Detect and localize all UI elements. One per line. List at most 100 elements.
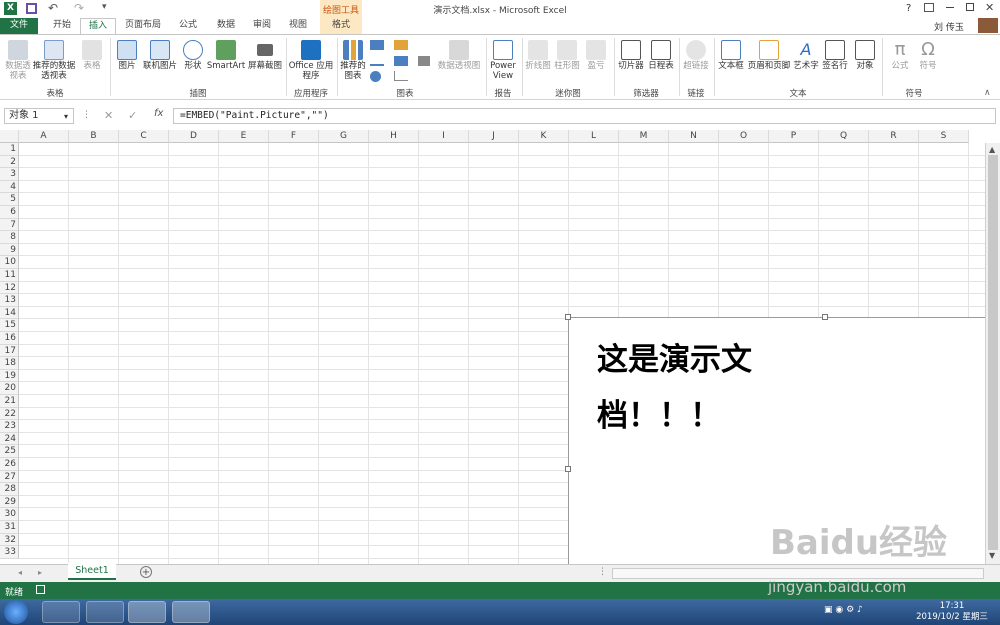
column-header[interactable]: O [719,130,769,143]
avatar[interactable] [978,18,998,33]
macro-record-icon[interactable] [36,585,45,594]
row-header[interactable]: 27 [0,470,19,484]
column-header[interactable]: K [519,130,569,143]
object-button[interactable]: 对象 [852,40,878,71]
row-header[interactable]: 33 [0,546,19,559]
scroll-up-icon[interactable]: ▲ [989,145,995,154]
area-chart-icon[interactable] [394,56,408,66]
sheet-next-icon[interactable]: ▸ [38,568,42,577]
equation-button[interactable]: π 公式 [886,40,914,72]
row-header[interactable]: 28 [0,483,19,496]
tab-page-layout[interactable]: 页面布局 [118,18,168,34]
row-header[interactable]: 14 [0,306,19,320]
row-header[interactable]: 13 [0,294,19,307]
row-header[interactable]: 21 [0,395,19,408]
column-header[interactable]: G [319,130,369,143]
scroll-down-icon[interactable]: ▼ [989,551,995,560]
smartart-button[interactable]: SmartArt [206,40,246,71]
column-header[interactable]: S [919,130,969,143]
column-header[interactable]: P [769,130,819,143]
office-apps-button[interactable]: Office 应用程序 [288,40,334,81]
row-header[interactable]: 15 [0,319,19,332]
user-name[interactable]: 刘 传玉 [934,20,964,33]
row-header[interactable]: 7 [0,218,19,232]
pivottable-button[interactable]: 数据透视表 [4,40,32,81]
hyperlink-button[interactable]: 超链接 [681,40,711,71]
tray-icons[interactable]: ▣ ◉ ⚙ ♪ [824,605,904,619]
row-header[interactable]: 19 [0,369,19,383]
row-header[interactable]: 22 [0,407,19,421]
wordart-button[interactable]: A 艺术字 [792,40,820,71]
sparkline-line-button[interactable]: 折线图 [524,40,552,71]
row-header[interactable]: 32 [0,533,19,547]
tab-file[interactable]: 文件 [0,18,38,34]
insert-function-icon[interactable]: fx [154,108,163,119]
column-header[interactable]: E [219,130,269,143]
column-header[interactable]: A [19,130,69,143]
resize-handle[interactable] [565,314,571,320]
pictures-button[interactable]: 图片 [114,40,140,71]
textbox-button[interactable]: 文本框 [716,40,746,71]
row-header[interactable]: 31 [0,521,19,534]
row-header[interactable]: 18 [0,357,19,370]
tab-insert[interactable]: 插入 [80,18,116,34]
taskbar-explorer-icon[interactable] [86,601,124,623]
start-button-icon[interactable] [4,600,28,624]
scroll-thumb[interactable] [988,155,998,550]
timeline-button[interactable]: 日程表 [646,40,676,71]
row-header[interactable]: 9 [0,243,19,257]
select-all-corner[interactable] [0,130,19,143]
ribbon-display-icon[interactable] [924,3,934,12]
bar-chart-icon[interactable] [394,40,408,50]
sheet-tab-sheet1[interactable]: Sheet1 [68,563,116,580]
row-header[interactable]: 26 [0,458,19,471]
row-header[interactable]: 17 [0,344,19,358]
pie-chart-icon[interactable] [370,71,381,82]
online-pictures-button[interactable]: 联机图片 [140,40,180,71]
signature-line-button[interactable]: 签名行 [820,40,850,71]
column-header[interactable]: L [569,130,619,143]
name-box[interactable]: 对象 1 ▾ [4,108,74,124]
row-header[interactable]: 20 [0,382,19,395]
formula-input[interactable]: =EMBED("Paint.Picture","") [173,108,996,124]
row-header[interactable]: 12 [0,281,19,295]
column-header[interactable]: M [619,130,669,143]
column-header[interactable]: H [369,130,419,143]
taskbar-excel-icon[interactable] [128,601,166,623]
tab-home[interactable]: 开始 [44,18,80,34]
power-view-button[interactable]: Power View [488,40,518,81]
restore-icon[interactable] [966,3,974,11]
screenshot-button[interactable]: 屏幕截图 [246,40,284,71]
scatter-chart-icon[interactable] [394,71,408,81]
resize-handle[interactable] [822,314,828,320]
taskbar-paint-icon[interactable] [172,601,210,623]
tab-view[interactable]: 视图 [280,18,316,34]
slicer-button[interactable]: 切片器 [616,40,646,71]
line-chart-icon[interactable] [370,56,384,66]
recommended-charts-button[interactable]: 推荐的图表 [338,40,368,81]
pivotchart-button[interactable]: 数据透视图 [436,40,482,71]
table-button[interactable]: 表格 [78,40,106,71]
row-header[interactable]: 11 [0,269,19,282]
row-header[interactable]: 23 [0,420,19,433]
row-header[interactable]: 30 [0,508,19,521]
sheet-prev-icon[interactable]: ◂ [18,568,22,577]
row-header[interactable]: 29 [0,495,19,509]
row-header[interactable]: 6 [0,206,19,219]
help-icon[interactable]: ? [906,3,911,14]
column-header[interactable]: I [419,130,469,143]
add-sheet-button[interactable]: + [140,566,152,578]
tab-formulas[interactable]: 公式 [170,18,206,34]
resize-handle[interactable] [565,466,571,472]
row-header[interactable]: 2 [0,155,19,169]
tab-format[interactable]: 格式 [322,18,360,34]
close-icon[interactable]: ✕ [985,1,994,14]
collapse-ribbon-icon[interactable]: ∧ [984,88,991,98]
taskbar-ie-icon[interactable] [42,601,80,623]
shapes-button[interactable]: 形状 [180,40,206,71]
column-header[interactable]: B [69,130,119,143]
cancel-icon[interactable]: ✕ [104,109,113,122]
chevron-down-icon[interactable]: ▾ [64,110,68,124]
column-header[interactable]: Q [819,130,869,143]
row-header[interactable]: 10 [0,256,19,269]
